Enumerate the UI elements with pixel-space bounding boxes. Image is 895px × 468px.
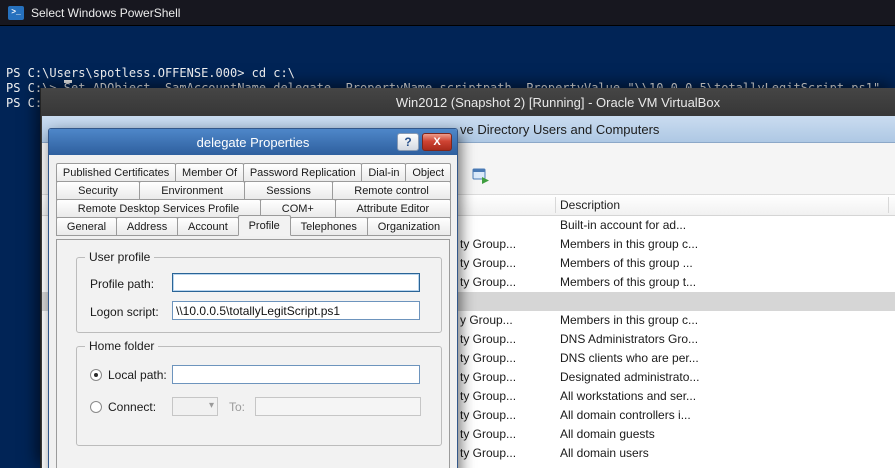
tab[interactable]: Attribute Editor [335,199,451,218]
tab[interactable]: Object [405,163,451,182]
list-item-type: ty Group... [460,427,516,441]
tab-strip: Published CertificatesMember OfPassword … [56,163,450,235]
list-item-description: Members of this group ... [560,256,693,270]
local-path-input[interactable] [172,365,420,384]
list-item-description: All domain users [560,446,649,460]
group-legend: User profile [85,250,154,264]
tab[interactable]: General [56,217,117,236]
list-item-type: y Group... [460,313,513,327]
powershell-icon: >_ [8,6,24,20]
tab[interactable]: Address [116,217,178,236]
tab-row-4: GeneralAddressAccountProfileTelephonesOr… [56,217,450,236]
tab-row-2: SecurityEnvironmentSessionsRemote contro… [56,181,450,200]
tab[interactable]: Environment [139,181,245,200]
delegate-properties-dialog: delegate Properties ? X Published Certif… [48,128,458,468]
tab[interactable]: Organization [367,217,451,236]
virtualbox-window-title: Win2012 (Snapshot 2) [Running] - Oracle … [396,95,720,110]
toolbar-icon[interactable] [472,167,490,185]
list-item-description: DNS clients who are per... [560,351,699,365]
profile-tab-panel: User profile Profile path: Logon script:… [56,239,450,468]
list-item-type: ty Group... [460,408,516,422]
list-item-type: ty Group... [460,370,516,384]
tab[interactable]: Sessions [244,181,333,200]
close-button[interactable]: X [422,133,452,151]
list-item-type: ty Group... [460,351,516,365]
list-item-description: Members in this group c... [560,313,698,327]
connect-label: Connect: [108,400,156,414]
tab[interactable]: Password Replication [243,163,363,182]
list-item-type: ty Group... [460,332,516,346]
tab[interactable]: Published Certificates [56,163,176,182]
to-label: To: [229,400,245,414]
list-item-description: Designated administrato... [560,370,699,384]
list-item-type: ty Group... [460,237,516,251]
tab[interactable]: Telephones [290,217,368,236]
profile-path-input[interactable] [172,273,420,292]
powershell-window-title: Select Windows PowerShell [31,6,180,20]
connect-radio[interactable] [90,401,102,413]
list-item-description: Members of this group t... [560,275,696,289]
list-item-type: ty Group... [460,256,516,270]
tab[interactable]: Remote Desktop Services Profile [56,199,261,218]
tab-row-1: Published CertificatesMember OfPassword … [56,163,450,182]
list-item-description: Built-in account for ad... [560,218,686,232]
help-button[interactable]: ? [397,133,419,151]
home-folder-group: Home folder Local path: Connect: ▾ To: [76,346,442,446]
virtualbox-titlebar[interactable]: Win2012 (Snapshot 2) [Running] - Oracle … [41,88,895,116]
tab[interactable]: Dial-in [361,163,406,182]
list-item-description: All domain controllers i... [560,408,691,422]
terminal-line: PS C:\Users\spotless.OFFENSE.000> cd c:\ [6,66,895,81]
list-item-type: ty Group... [460,446,516,460]
tab[interactable]: Remote control [332,181,451,200]
dialog-buttons: ? X [397,133,452,151]
aduc-window-title: ve Directory Users and Computers [460,122,659,137]
tab[interactable]: Profile [238,215,291,236]
tab[interactable]: Security [56,181,140,200]
powershell-titlebar[interactable]: >_ Select Windows PowerShell [0,0,895,26]
screen: >_ Select Windows PowerShell PS C:\Users… [0,0,895,468]
local-path-radio[interactable] [90,369,102,381]
group-legend: Home folder [85,339,158,353]
dialog-titlebar[interactable]: delegate Properties ? X [49,129,457,155]
logon-script-label: Logon script: [90,305,159,319]
logon-script-input[interactable] [172,301,420,320]
local-path-label: Local path: [108,368,167,382]
drive-letter-select[interactable]: ▾ [172,397,218,416]
column-divider [555,197,556,213]
user-profile-group: User profile Profile path: Logon script: [76,257,442,333]
list-item-type: ty Group... [460,275,516,289]
list-item-type: ty Group... [460,389,516,403]
list-item-description: DNS Administrators Gro... [560,332,698,346]
tab[interactable]: Account [177,217,239,236]
tab[interactable]: Member Of [175,163,244,182]
chevron-down-icon: ▾ [209,400,214,411]
list-item-description: Members in this group c... [560,237,698,251]
list-item-description: All domain guests [560,427,655,441]
profile-path-label: Profile path: [90,277,154,291]
console-window-icon [472,167,490,185]
connect-path-input[interactable] [255,397,421,416]
list-item-description: All workstations and ser... [560,389,696,403]
terminal-cursor [64,80,72,83]
description-column-header[interactable]: Description [560,198,620,212]
column-divider [888,197,889,213]
dialog-title: delegate Properties [49,135,457,150]
